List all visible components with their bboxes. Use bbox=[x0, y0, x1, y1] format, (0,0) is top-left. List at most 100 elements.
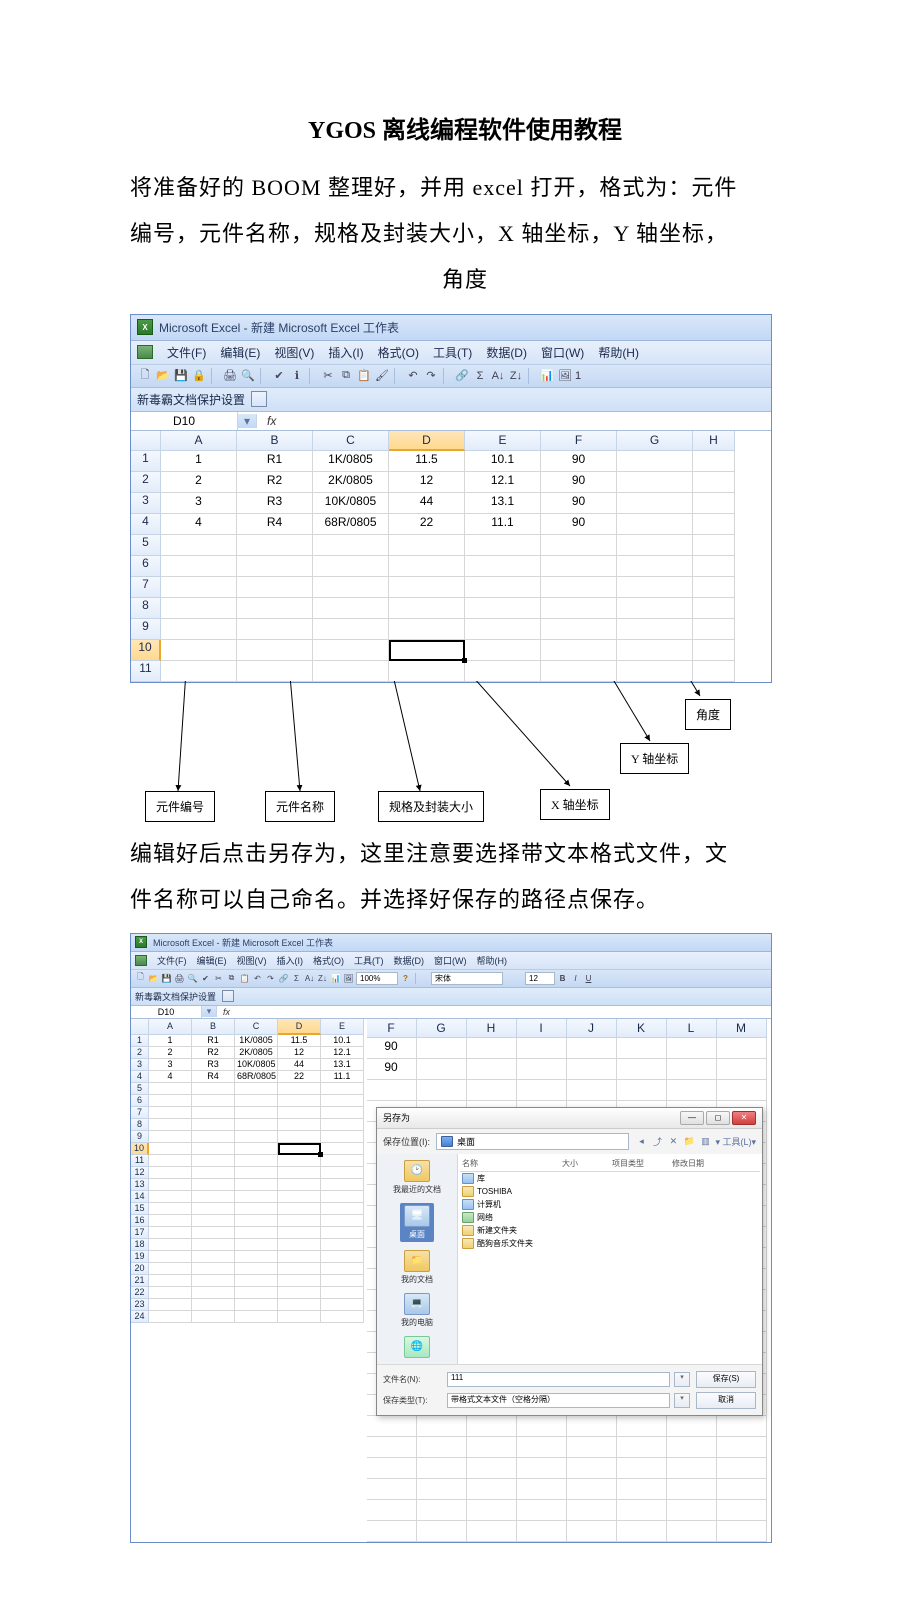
cell[interactable] bbox=[667, 1521, 717, 1542]
cell[interactable] bbox=[717, 1080, 767, 1101]
cell[interactable] bbox=[192, 1083, 235, 1095]
cell[interactable]: 11.1 bbox=[465, 514, 541, 535]
cell[interactable]: 1 bbox=[149, 1035, 192, 1047]
cell[interactable] bbox=[567, 1080, 617, 1101]
menu-help[interactable]: 帮助(H) bbox=[598, 344, 639, 361]
row-header[interactable]: 6 bbox=[131, 1095, 149, 1107]
col-header[interactable]: D bbox=[278, 1019, 321, 1035]
cell[interactable] bbox=[567, 1059, 617, 1080]
cell[interactable] bbox=[161, 661, 237, 682]
cell[interactable] bbox=[278, 1179, 321, 1191]
sort-asc-icon[interactable]: A↓ bbox=[304, 973, 315, 984]
cell[interactable] bbox=[149, 1083, 192, 1095]
row-header[interactable]: 19 bbox=[131, 1251, 149, 1263]
cell[interactable] bbox=[278, 1143, 321, 1155]
cell[interactable] bbox=[321, 1155, 364, 1167]
cell[interactable] bbox=[235, 1275, 278, 1287]
col-header[interactable]: F bbox=[367, 1019, 417, 1038]
cell[interactable] bbox=[667, 1038, 717, 1059]
cell[interactable] bbox=[313, 535, 389, 556]
row-header[interactable]: 15 bbox=[131, 1203, 149, 1215]
cell[interactable] bbox=[617, 1437, 667, 1458]
cell[interactable] bbox=[161, 598, 237, 619]
undo-icon[interactable]: ↶ bbox=[405, 368, 421, 384]
menu-file[interactable]: 文件(F) bbox=[157, 954, 187, 967]
cell[interactable] bbox=[567, 1038, 617, 1059]
protect-dropdown-icon[interactable] bbox=[222, 990, 234, 1002]
cell[interactable] bbox=[717, 1479, 767, 1500]
row-header[interactable]: 4 bbox=[131, 1071, 149, 1083]
save-button[interactable]: 保存(S) bbox=[696, 1371, 756, 1388]
cell[interactable] bbox=[465, 640, 541, 661]
cell[interactable] bbox=[417, 1458, 467, 1479]
cancel-button[interactable]: 取消 bbox=[696, 1392, 756, 1409]
cell[interactable] bbox=[717, 1500, 767, 1521]
cell[interactable] bbox=[235, 1299, 278, 1311]
cell[interactable] bbox=[417, 1479, 467, 1500]
row-header[interactable]: 10 bbox=[131, 640, 161, 661]
file-list-item[interactable]: TOSHIBA bbox=[460, 1185, 760, 1198]
cell[interactable] bbox=[465, 619, 541, 640]
cell[interactable] bbox=[717, 1458, 767, 1479]
cell[interactable] bbox=[617, 1500, 667, 1521]
name-box-dropdown-icon[interactable]: ▾ bbox=[238, 414, 257, 428]
cell[interactable] bbox=[465, 577, 541, 598]
col-header[interactable]: C bbox=[313, 431, 389, 451]
sum-icon[interactable]: Σ bbox=[291, 973, 302, 984]
col-header[interactable]: M bbox=[717, 1019, 767, 1038]
cell[interactable] bbox=[192, 1215, 235, 1227]
cell[interactable]: 13.1 bbox=[465, 493, 541, 514]
cell[interactable] bbox=[617, 451, 693, 472]
protect-label[interactable]: 新毒霸文档保护设置 bbox=[137, 391, 245, 408]
zoom-combo[interactable]: 100% bbox=[356, 972, 398, 985]
cell[interactable] bbox=[235, 1203, 278, 1215]
cell[interactable]: 11.1 bbox=[321, 1071, 364, 1083]
save-location-combo[interactable]: 桌面 bbox=[436, 1133, 629, 1150]
cell[interactable] bbox=[517, 1080, 567, 1101]
cell[interactable] bbox=[417, 1500, 467, 1521]
menu-edit[interactable]: 编辑(E) bbox=[220, 344, 260, 361]
cell[interactable] bbox=[237, 577, 313, 598]
maximize-icon[interactable]: ◻ bbox=[706, 1111, 730, 1125]
cell[interactable] bbox=[149, 1119, 192, 1131]
cell[interactable] bbox=[149, 1251, 192, 1263]
cell[interactable] bbox=[278, 1287, 321, 1299]
drawing-icon[interactable]: 🖼 bbox=[343, 973, 354, 984]
cell[interactable] bbox=[235, 1179, 278, 1191]
menu-edit[interactable]: 编辑(E) bbox=[197, 954, 227, 967]
cell[interactable]: 2K/0805 bbox=[235, 1047, 278, 1059]
cell[interactable]: 3 bbox=[149, 1059, 192, 1071]
place-mydocs[interactable]: 📁 我的文档 bbox=[401, 1250, 433, 1285]
cell[interactable]: 68R/0805 bbox=[313, 514, 389, 535]
cell[interactable] bbox=[465, 661, 541, 682]
col-header[interactable]: B bbox=[192, 1019, 235, 1035]
cell[interactable] bbox=[192, 1227, 235, 1239]
place-mycomp[interactable]: 💻 我的电脑 bbox=[401, 1293, 433, 1328]
cell[interactable] bbox=[693, 514, 735, 535]
open-icon[interactable]: 📂 bbox=[148, 973, 159, 984]
row-header[interactable]: 7 bbox=[131, 577, 161, 598]
cell[interactable] bbox=[278, 1311, 321, 1323]
bold-icon[interactable]: B bbox=[557, 973, 568, 984]
cell[interactable] bbox=[693, 640, 735, 661]
cell[interactable] bbox=[517, 1038, 567, 1059]
cell[interactable] bbox=[667, 1416, 717, 1437]
cell[interactable]: R3 bbox=[192, 1059, 235, 1071]
cell[interactable] bbox=[467, 1521, 517, 1542]
cell[interactable]: R2 bbox=[192, 1047, 235, 1059]
cell[interactable] bbox=[278, 1227, 321, 1239]
cell[interactable] bbox=[192, 1311, 235, 1323]
font-size-combo[interactable]: 12 bbox=[525, 972, 555, 985]
row-header[interactable]: 23 bbox=[131, 1299, 149, 1311]
place-recent[interactable]: 🕑 我最近的文档 bbox=[393, 1160, 441, 1195]
cell[interactable] bbox=[278, 1083, 321, 1095]
row-header[interactable]: 18 bbox=[131, 1239, 149, 1251]
cell[interactable] bbox=[717, 1521, 767, 1542]
italic-icon[interactable]: I bbox=[570, 973, 581, 984]
row-header[interactable]: 2 bbox=[131, 1047, 149, 1059]
cell[interactable] bbox=[367, 1416, 417, 1437]
cell[interactable] bbox=[617, 493, 693, 514]
row-header[interactable]: 20 bbox=[131, 1263, 149, 1275]
cell[interactable] bbox=[541, 619, 617, 640]
cell[interactable] bbox=[149, 1179, 192, 1191]
